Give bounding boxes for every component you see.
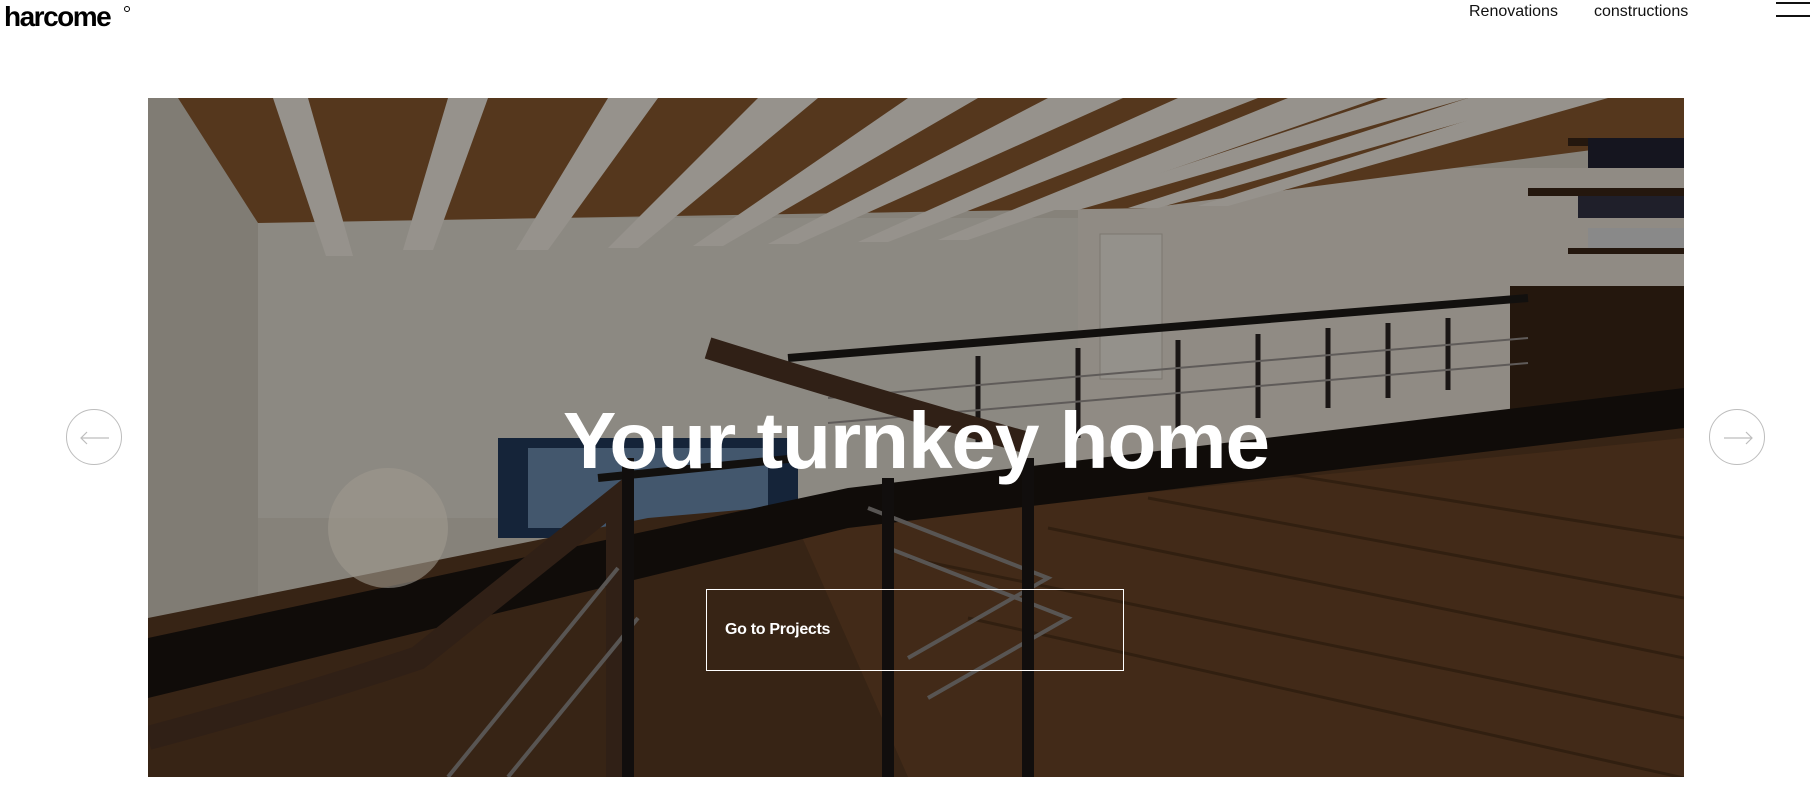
hero-slide: Your turnkey home Go to Projects (148, 98, 1684, 777)
arrow-right-icon (1724, 431, 1753, 445)
nav-item-renovations[interactable]: Renovations (1469, 2, 1558, 22)
logo[interactable]: harcome (4, 2, 112, 32)
main-nav: Renovations constructions (1469, 2, 1688, 22)
registered-mark-icon (124, 6, 130, 12)
hero-title: Your turnkey home (562, 396, 1270, 485)
menu-line (1776, 15, 1810, 17)
go-to-projects-button[interactable]: Go to Projects (706, 589, 1124, 671)
carousel-prev-button[interactable] (66, 409, 122, 465)
carousel-next-button[interactable] (1709, 409, 1765, 465)
arrow-left-icon (80, 431, 109, 445)
nav-item-constructions[interactable]: constructions (1594, 2, 1688, 22)
page: harcome Renovations constructions Your t… (0, 0, 1810, 799)
site-header: harcome Renovations constructions (0, 0, 1810, 40)
hamburger-menu-icon[interactable] (1776, 0, 1810, 20)
menu-line (1776, 2, 1810, 4)
